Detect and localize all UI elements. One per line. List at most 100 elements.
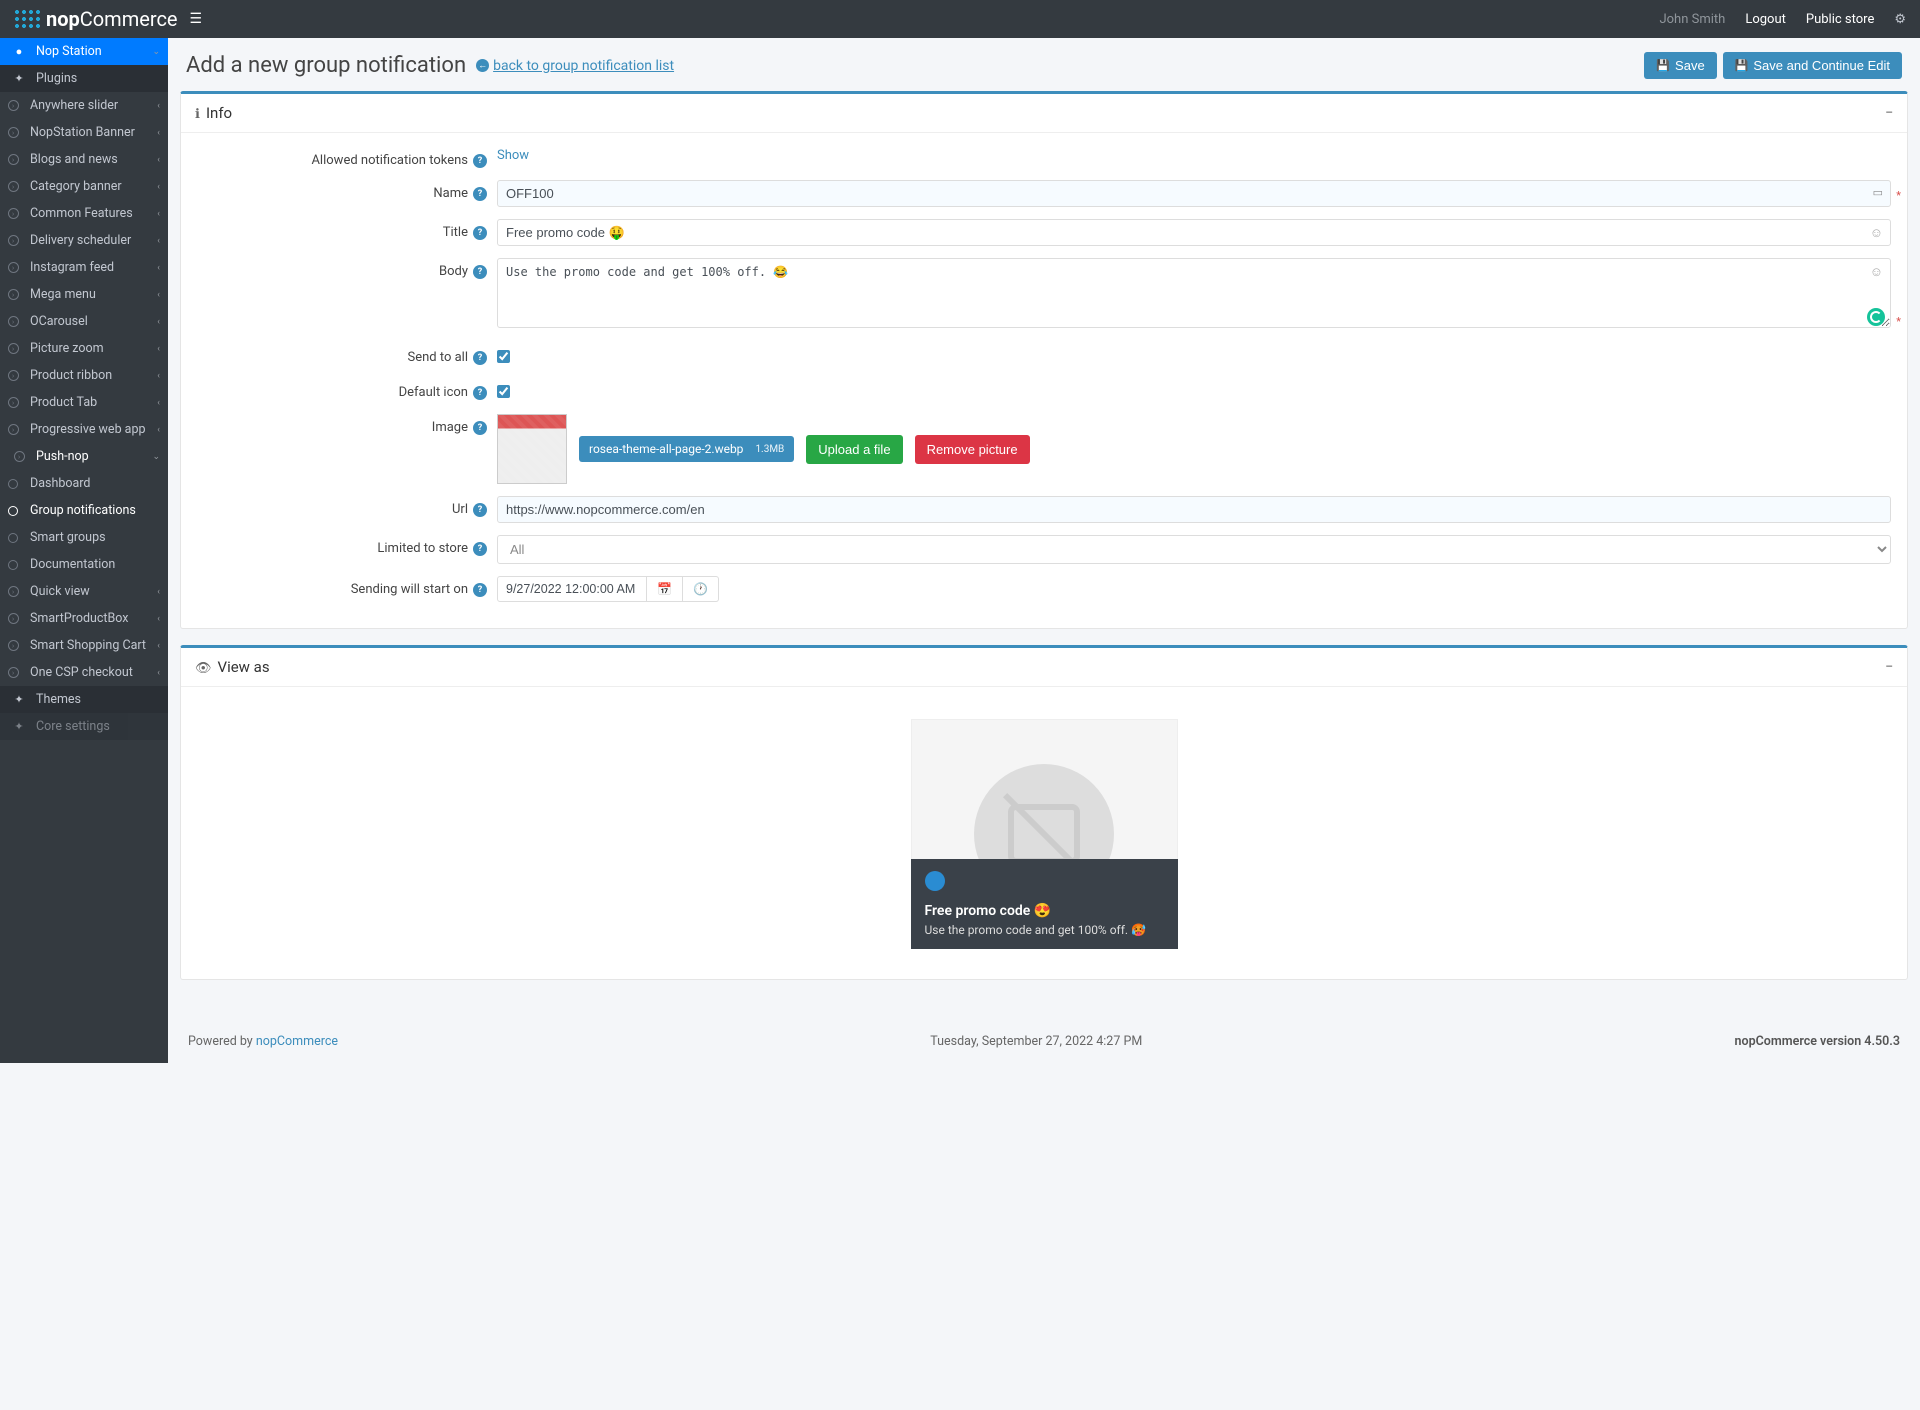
- view-as-header[interactable]: 👁View as −: [181, 648, 1907, 687]
- title-input[interactable]: [497, 219, 1891, 246]
- sidebar-item[interactable]: ›Product Tab‹: [0, 389, 168, 416]
- toast-title: Free promo code 😍: [925, 903, 1164, 919]
- help-icon[interactable]: ?: [473, 265, 487, 279]
- emoji-picker-icon[interactable]: ☺: [1870, 225, 1883, 241]
- logo-dots-icon: [14, 9, 40, 29]
- sidebar-nop-station[interactable]: ● Nop Station ⌄: [0, 38, 168, 65]
- help-icon[interactable]: ?: [473, 154, 487, 168]
- chevron-left-icon: ‹: [157, 641, 160, 651]
- save-continue-button[interactable]: 💾Save and Continue Edit: [1723, 52, 1902, 79]
- sidebar-item[interactable]: ›Smart Shopping Cart‹: [0, 632, 168, 659]
- default-icon-checkbox[interactable]: [497, 385, 510, 398]
- arrow-circle-icon: ›: [4, 397, 22, 408]
- notification-preview: Free promo code 😍 Use the promo code and…: [911, 719, 1178, 949]
- collapse-icon[interactable]: −: [1885, 659, 1893, 675]
- sidebar-core-settings[interactable]: ✦ Core settings: [0, 713, 168, 740]
- logout-link[interactable]: Logout: [1745, 12, 1786, 27]
- sending-date-input[interactable]: [497, 576, 647, 602]
- sidebar-item[interactable]: ›Anywhere slider‹: [0, 92, 168, 119]
- body-label: Body: [439, 264, 468, 279]
- sidebar-item[interactable]: ›Instagram feed‹: [0, 254, 168, 281]
- id-card-icon[interactable]: ▭: [1873, 186, 1883, 199]
- show-link[interactable]: Show: [497, 148, 529, 163]
- sidebar-item[interactable]: ›Delivery scheduler‹: [0, 227, 168, 254]
- store-select[interactable]: All: [497, 535, 1891, 564]
- chevron-left-icon: ‹: [157, 398, 160, 408]
- calendar-button[interactable]: 📅: [647, 576, 683, 602]
- help-icon[interactable]: ?: [473, 503, 487, 517]
- info-panel: ℹInfo − Allowed notification tokens? Sho…: [180, 91, 1908, 629]
- sidebar-item[interactable]: ›Picture zoom‹: [0, 335, 168, 362]
- emoji-picker-icon[interactable]: ☺: [1870, 264, 1883, 280]
- sidebar-push-nop[interactable]: › Push-nop ⌄: [0, 443, 168, 470]
- help-icon[interactable]: ?: [473, 226, 487, 240]
- sidebar-plugins-label: Plugins: [36, 71, 77, 86]
- sidebar-item[interactable]: ›Mega menu‹: [0, 281, 168, 308]
- remove-picture-button[interactable]: Remove picture: [915, 435, 1030, 464]
- chevron-left-icon: ‹: [157, 290, 160, 300]
- collapse-icon[interactable]: −: [1885, 105, 1893, 121]
- limited-store-label: Limited to store: [377, 541, 468, 556]
- url-input[interactable]: [497, 496, 1891, 523]
- back-link[interactable]: ← back to group notification list: [476, 58, 674, 74]
- sidebar-item[interactable]: ›Common Features‹: [0, 200, 168, 227]
- sidebar-root-label: Nop Station: [36, 44, 102, 59]
- sidebar-item[interactable]: Smart groups: [0, 524, 168, 551]
- arrow-circle-icon: ›: [4, 208, 22, 219]
- sidebar-item-label: Picture zoom: [30, 341, 104, 356]
- sidebar-plugins[interactable]: ✦ Plugins: [0, 65, 168, 92]
- settings-gear-icon[interactable]: ⚙: [1894, 12, 1906, 27]
- info-panel-header[interactable]: ℹInfo −: [181, 94, 1907, 133]
- footer-nop-link[interactable]: nopCommerce: [256, 1034, 338, 1049]
- sidebar-item[interactable]: ›Product ribbon‹: [0, 362, 168, 389]
- sidebar-item[interactable]: ›Progressive web app‹: [0, 416, 168, 443]
- sidebar-item[interactable]: ›Blogs and news‹: [0, 146, 168, 173]
- help-icon[interactable]: ?: [473, 421, 487, 435]
- body-textarea[interactable]: [497, 258, 1891, 328]
- sidebar-item[interactable]: ›SmartProductBox‹: [0, 605, 168, 632]
- page-title: Add a new group notification: [186, 53, 466, 78]
- sidebar-themes-label: Themes: [36, 692, 81, 707]
- arrow-circle-icon: ›: [10, 451, 28, 462]
- back-circle-icon: ←: [476, 59, 489, 72]
- sidebar-item-label: Instagram feed: [30, 260, 114, 275]
- required-star: *: [1896, 315, 1901, 328]
- public-store-link[interactable]: Public store: [1806, 12, 1874, 27]
- arrow-circle-icon: ›: [4, 343, 22, 354]
- sidebar-themes[interactable]: ✦ Themes: [0, 686, 168, 713]
- send-all-checkbox[interactable]: [497, 350, 510, 363]
- sidebar-item-label: Category banner: [30, 179, 122, 194]
- grammarly-icon[interactable]: [1867, 308, 1885, 326]
- help-icon[interactable]: ?: [473, 351, 487, 365]
- help-icon[interactable]: ?: [473, 386, 487, 400]
- sidebar-item[interactable]: ›One CSP checkout‹: [0, 659, 168, 686]
- top-navbar: nopCommerce ☰ John Smith Logout Public s…: [0, 0, 1920, 38]
- info-panel-title: Info: [206, 104, 232, 122]
- chevron-left-icon: ‹: [157, 209, 160, 219]
- sidebar-item[interactable]: ›Quick view‹: [0, 578, 168, 605]
- chevron-left-icon: ‹: [157, 425, 160, 435]
- clock-button[interactable]: 🕐: [683, 576, 719, 602]
- save-button[interactable]: 💾Save: [1644, 52, 1716, 79]
- sidebar-item[interactable]: ›Category banner‹: [0, 173, 168, 200]
- help-icon[interactable]: ?: [473, 187, 487, 201]
- footer: Powered by nopCommerce Tuesday, Septembe…: [168, 1020, 1920, 1063]
- help-icon[interactable]: ?: [473, 583, 487, 597]
- sidebar-item[interactable]: Group notifications: [0, 497, 168, 524]
- sidebar-item[interactable]: ›NopStation Banner‹: [0, 119, 168, 146]
- sidebar-item[interactable]: ›OCarousel‹: [0, 308, 168, 335]
- dot-icon: ●: [10, 45, 28, 58]
- upload-button[interactable]: Upload a file: [806, 435, 902, 464]
- brand-logo[interactable]: nopCommerce: [14, 7, 178, 31]
- name-input[interactable]: [497, 180, 1891, 207]
- toast-app-icon: [925, 871, 945, 891]
- chevron-left-icon: ‹: [157, 236, 160, 246]
- arrow-circle-icon: ›: [4, 424, 22, 435]
- sidebar-pushnop-label: Push-nop: [36, 449, 89, 464]
- circle-icon: [4, 479, 22, 489]
- sidebar-toggle-icon[interactable]: ☰: [190, 11, 203, 27]
- help-icon[interactable]: ?: [473, 542, 487, 556]
- sidebar-item[interactable]: Documentation: [0, 551, 168, 578]
- sidebar-item[interactable]: Dashboard: [0, 470, 168, 497]
- sidebar-item-label: Blogs and news: [30, 152, 118, 167]
